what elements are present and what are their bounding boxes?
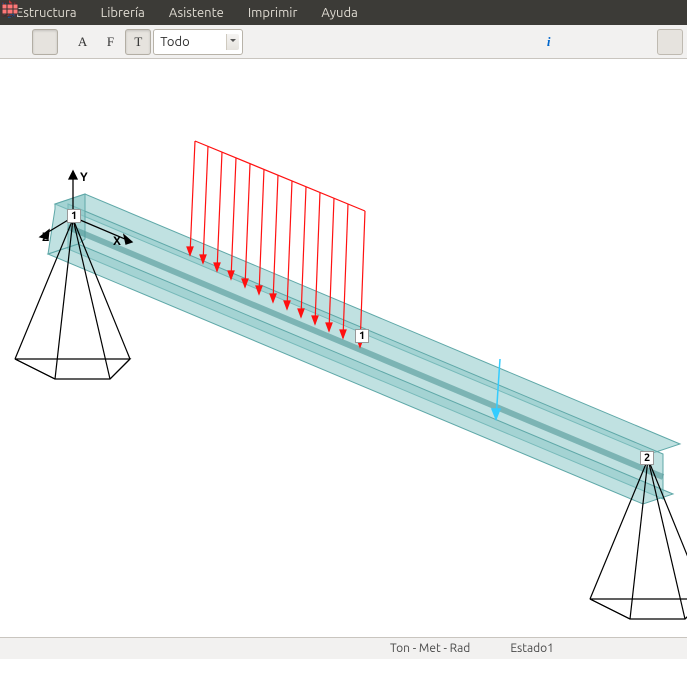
status-state: Estado1	[510, 642, 554, 655]
window-button[interactable]	[283, 29, 309, 55]
pan-button[interactable]	[321, 29, 347, 55]
view-selector[interactable]: Todo	[153, 29, 243, 55]
axis-y-label: Y	[80, 171, 88, 184]
grid2-button[interactable]	[601, 29, 627, 55]
snap-button[interactable]: 5	[4, 29, 30, 55]
view-zt-button[interactable]: tz	[414, 29, 440, 55]
grid1-button[interactable]	[574, 29, 600, 55]
view-yx-button[interactable]: Yx	[442, 29, 468, 55]
rotate-button[interactable]	[349, 29, 375, 55]
load-1-label: 1	[355, 329, 369, 343]
structure-drawing	[0, 59, 687, 669]
grid4-button[interactable]	[657, 29, 683, 55]
menu-asistente[interactable]: Asistente	[159, 3, 234, 23]
text-a-button[interactable]: A	[70, 29, 96, 55]
status-units: Ton - Met - Rad	[390, 642, 470, 655]
extents-button[interactable]	[255, 29, 281, 55]
menu-imprimir[interactable]: Imprimir	[238, 3, 308, 23]
menubar: Estructura Librería Asistente Imprimir A…	[0, 0, 687, 25]
axis-z-label: Z	[42, 231, 49, 244]
view-selector-label: Todo	[160, 35, 189, 49]
node-1-label: 1	[67, 209, 81, 223]
text-f-button[interactable]: F	[98, 29, 124, 55]
view-yt-button[interactable]: Yt	[387, 29, 413, 55]
axis-x-label: X	[113, 235, 121, 248]
viewport[interactable]: X Y Z 1 2 1 Ton - Met - Rad Estado1	[0, 59, 687, 659]
menu-ayuda[interactable]: Ayuda	[311, 3, 367, 23]
statusbar: Ton - Met - Rad Estado1	[0, 637, 687, 659]
menu-libreria[interactable]: Librería	[91, 3, 155, 23]
view-yz-button[interactable]: Yz	[498, 29, 524, 55]
view-tx-button[interactable]: tx	[470, 29, 496, 55]
toolbar: 5 A F T Todo Yt tz Yx tx Yz i	[0, 25, 687, 59]
text-t-button[interactable]: T	[125, 29, 151, 55]
loads-button[interactable]	[32, 29, 58, 55]
grid3-button[interactable]	[629, 29, 655, 55]
node-2-label: 2	[640, 451, 654, 465]
info-button[interactable]: i	[536, 29, 562, 55]
